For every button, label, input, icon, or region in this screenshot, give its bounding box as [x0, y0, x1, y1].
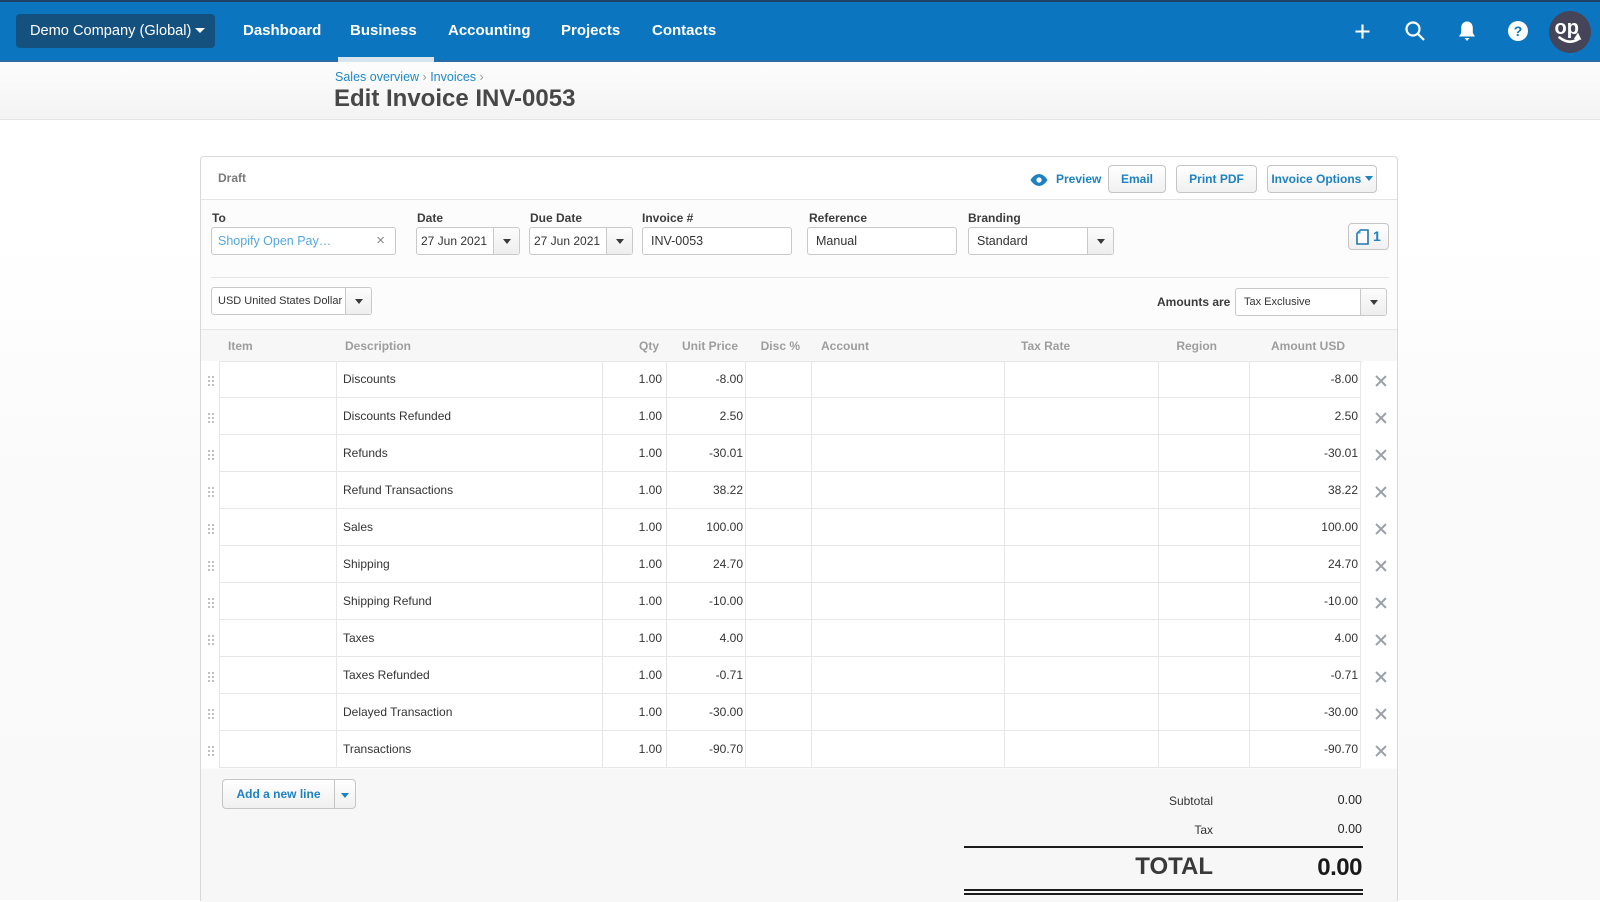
svg-text:op: op: [1555, 17, 1579, 39]
svg-text:?: ?: [1514, 23, 1523, 39]
